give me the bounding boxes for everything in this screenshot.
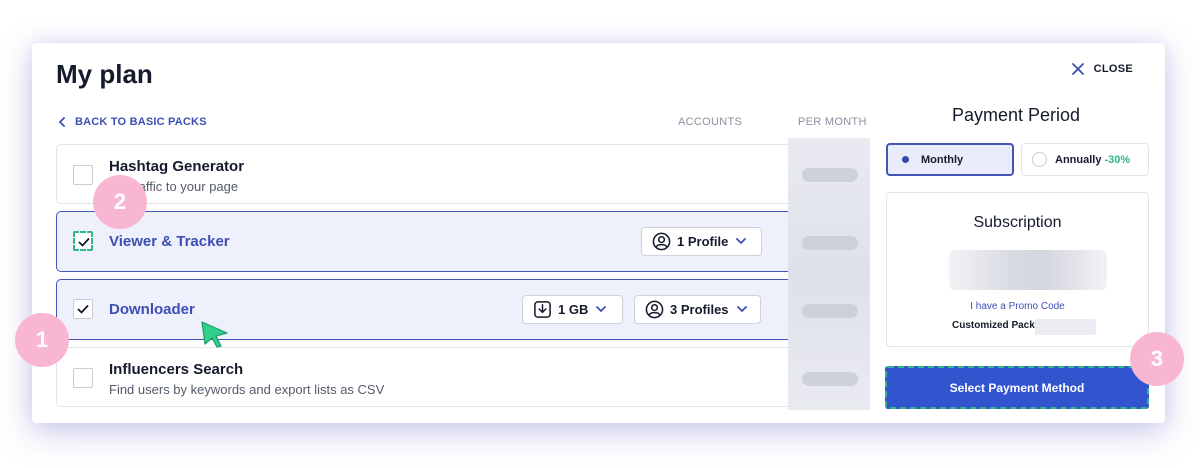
user-circle-icon [652,232,671,251]
select-payment-method-button[interactable]: Select Payment Method [885,366,1149,409]
blurred-price [802,236,858,250]
chevron-down-icon [596,306,607,313]
annual-discount-badge: -30% [1104,153,1131,166]
per-month-price-column-blurred [788,138,870,410]
feature-row-influencers-search[interactable]: Influencers Search Find users by keyword… [56,347,868,407]
profile-count-dropdown[interactable]: 3 Profiles [634,295,761,324]
payment-period-title: Payment Period [952,105,1081,125]
blurred-price [802,372,858,386]
feature-row-hashtag-generator[interactable]: Hashtag Generator the traffic to your pa… [56,144,868,204]
period-label: Monthly [921,153,964,166]
close-label: CLOSE [1093,63,1133,75]
chevron-left-icon [58,117,65,127]
back-label: BACK TO BASIC PACKS [75,116,207,128]
subscription-summary: Subscription I have a Promo Code Customi… [886,192,1149,347]
subscription-price-blurred [949,250,1107,290]
plan-modal: My plan CLOSE BACK TO BASIC PACKS ACCOUN… [32,43,1165,423]
profile-count-value: 1 Profile [677,234,729,249]
profile-count-value: 3 Profiles [670,302,729,317]
column-header-accounts: ACCOUNTS [678,116,743,128]
feature-checkbox[interactable] [73,299,93,319]
feature-name: Influencers Search [109,361,244,378]
period-label: Annually [1055,153,1102,166]
feature-checkbox[interactable] [73,231,93,251]
step-badge-1: 1 [15,313,69,367]
subscription-title: Subscription [973,214,1062,231]
blurred-price [802,168,858,182]
pack-value-blurred [1035,319,1096,335]
download-box-icon [534,301,551,318]
back-to-basic-packs-link[interactable]: BACK TO BASIC PACKS [58,116,207,128]
chevron-down-icon [736,238,747,245]
step-number: 1 [35,327,49,352]
feature-checkbox[interactable] [73,368,93,388]
step-number: 3 [1150,346,1164,371]
step-number: 2 [113,189,127,214]
pack-label: Customized Pack [952,320,1035,331]
profile-count-dropdown[interactable]: 1 Profile [641,227,762,256]
feature-description: Find users by keywords and export lists … [109,382,385,397]
storage-size-value: 1 GB [558,302,589,317]
close-button[interactable]: CLOSE [1071,62,1133,76]
check-icon [77,304,89,314]
feature-row-viewer-tracker[interactable]: Viewer & Tracker 1 Profile [56,211,868,272]
feature-name: Hashtag Generator [109,158,245,175]
cursor-arrow-icon [201,321,228,348]
button-label: Select Payment Method [949,380,1085,395]
close-icon [1071,63,1084,75]
feature-name: Viewer & Tracker [109,233,230,250]
period-option-monthly[interactable]: Monthly [886,143,1014,176]
period-option-annually[interactable]: Annually -30% [1021,143,1149,176]
promo-code-link[interactable]: I have a Promo Code [887,301,1148,312]
chevron-down-icon [736,306,747,313]
page-title: My plan [56,59,153,89]
check-icon [78,237,90,247]
feature-row-downloader[interactable]: Downloader 1 GB 3 Profiles [56,279,868,340]
feature-checkbox[interactable] [73,165,93,185]
user-circle-icon [645,300,664,319]
blurred-price [802,304,858,318]
storage-size-dropdown[interactable]: 1 GB [522,295,623,324]
column-header-per-month: PER MONTH [798,116,867,128]
radio-selected-icon [902,156,909,163]
radio-empty-icon [1032,152,1047,167]
step-badge-2: 2 [93,175,147,229]
feature-name: Downloader [109,301,195,318]
step-badge-3: 3 [1130,332,1184,386]
